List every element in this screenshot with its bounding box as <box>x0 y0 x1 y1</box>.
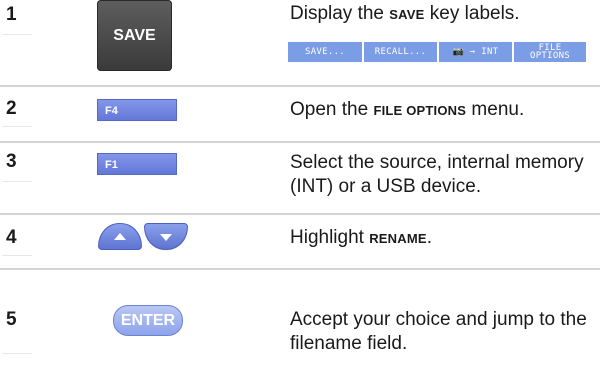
step-2: 2 F4 Open the FILE OPTIONS menu. <box>0 90 600 142</box>
arrow-up-icon <box>114 233 126 240</box>
menu-item-name: RENAME <box>369 231 427 246</box>
row-separator <box>0 141 600 143</box>
softkey-camera-to-int: 📷 → INT <box>439 42 512 62</box>
divider <box>2 126 32 127</box>
softkey-label-bar: SAVE... RECALL... 📷 → INT FILE OPTIONS <box>288 42 586 62</box>
step-number: 5 <box>6 309 17 330</box>
step-number: 3 <box>6 151 17 172</box>
step-number: 2 <box>6 98 17 119</box>
step-description: Select the source, internal memory (INT)… <box>290 152 584 197</box>
step-3: 3 F1 Select the source, internal memory … <box>0 145 600 205</box>
row-separator <box>0 85 600 87</box>
softkey-save: SAVE... <box>288 42 362 62</box>
f1-key-button[interactable]: F1 <box>97 153 177 175</box>
divider <box>2 353 32 354</box>
step-1: 1 SAVE Display the SAVE key labels. SAVE… <box>0 0 600 84</box>
softkey-file-options: FILE OPTIONS <box>514 42 586 62</box>
divider <box>2 255 32 256</box>
step-number: 4 <box>6 227 17 248</box>
f4-key-button[interactable]: F4 <box>97 99 177 121</box>
enter-key-button[interactable]: ENTER <box>113 305 183 336</box>
step-4: 4 Highlight RENAME. <box>0 223 600 273</box>
arrow-down-button[interactable] <box>144 223 188 250</box>
divider <box>2 181 32 182</box>
step-5: 5 ENTER Accept your choice and jump to t… <box>0 305 600 368</box>
softkey-recall: RECALL... <box>364 42 437 62</box>
arrow-down-icon <box>160 234 172 241</box>
divider <box>2 34 32 35</box>
menu-name: FILE OPTIONS <box>373 103 467 118</box>
step-description: Accept your choice and jump to the filen… <box>290 309 587 354</box>
row-separator <box>0 213 600 215</box>
step-number: 1 <box>6 4 17 25</box>
save-key-button[interactable]: SAVE <box>97 0 172 71</box>
step-description: Open the FILE OPTIONS menu. <box>290 99 525 120</box>
step-description: Display the SAVE key labels. <box>290 3 520 24</box>
key-name: SAVE <box>389 7 425 22</box>
step-description: Highlight RENAME. <box>290 227 433 248</box>
arrow-up-button[interactable] <box>98 223 142 250</box>
row-separator <box>0 268 600 270</box>
